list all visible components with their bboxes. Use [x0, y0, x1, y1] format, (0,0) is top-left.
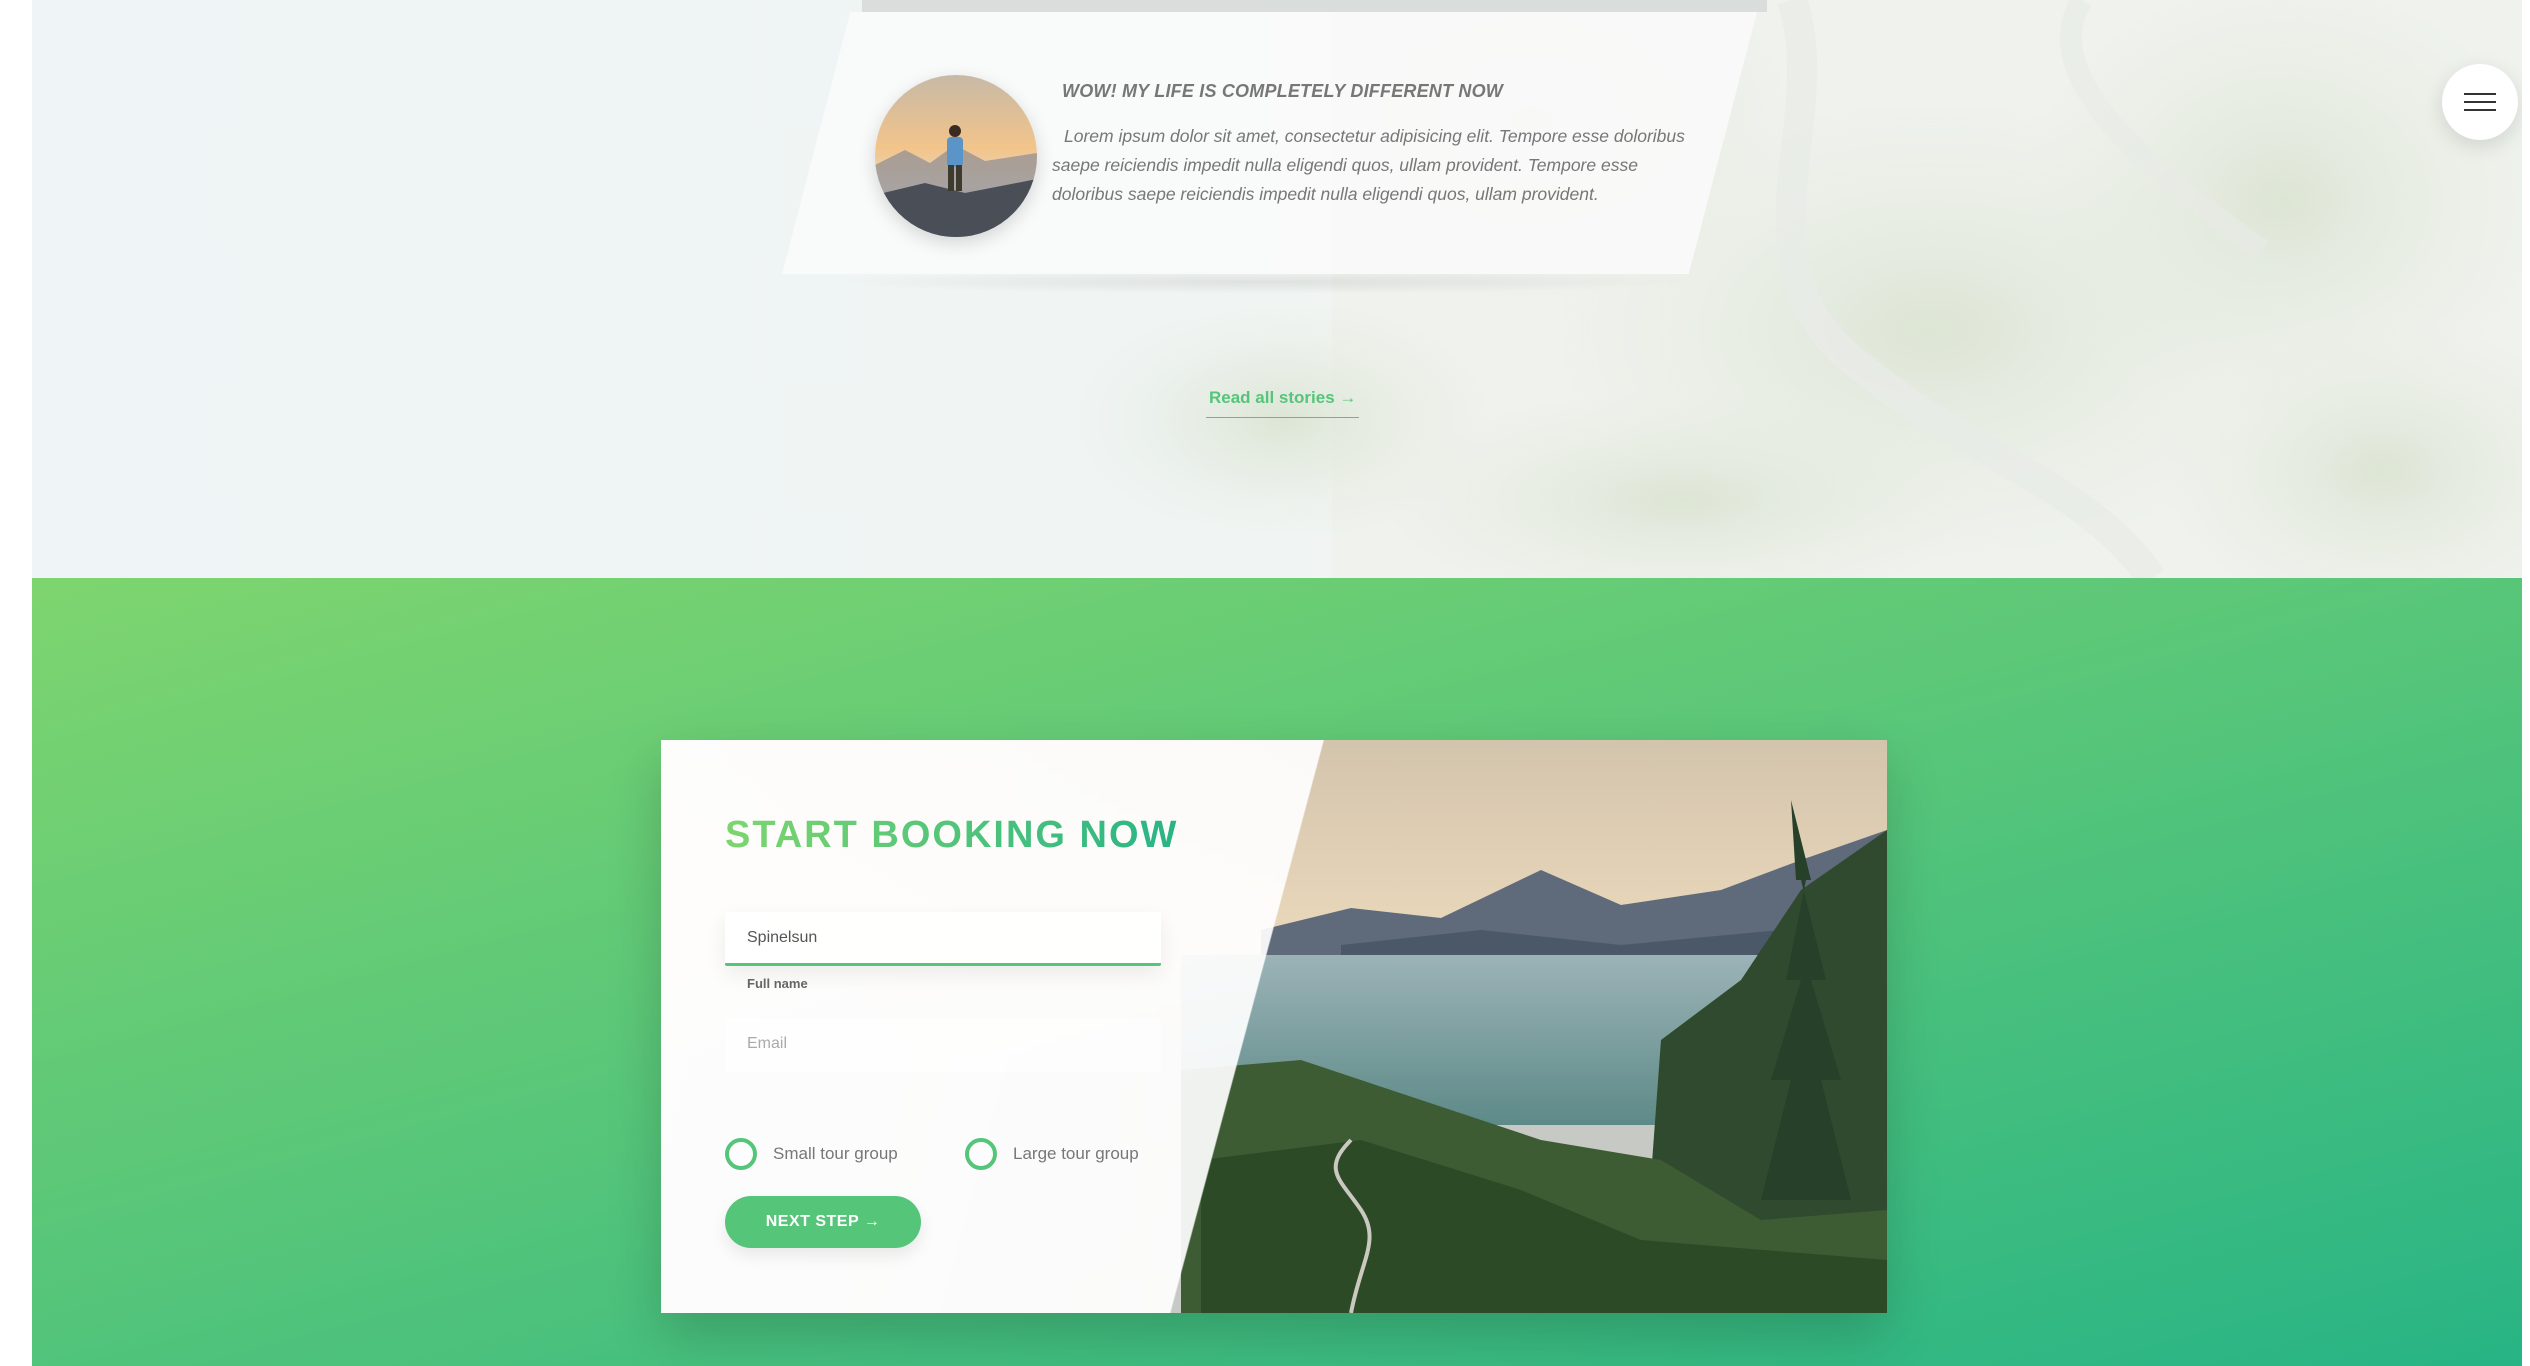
booking-heading: START BOOKING NOW [725, 814, 1179, 856]
fullname-group: Full name [725, 912, 1161, 991]
previous-card-edge [862, 0, 1767, 12]
email-input[interactable] [725, 1018, 1161, 1072]
story-avatar [875, 75, 1037, 237]
navigation-menu-button[interactable] [2442, 64, 2518, 140]
radio-label: Small tour group [773, 1144, 898, 1163]
radio-small-tour-group[interactable]: Small tour group [725, 1138, 898, 1170]
hamburger-menu-icon [2464, 93, 2496, 95]
radio-button[interactable] [965, 1138, 997, 1170]
person-on-mountain-image [875, 75, 1037, 237]
radio-button[interactable] [725, 1138, 757, 1170]
booking-section: START BOOKING NOW Full name Small tour g… [32, 578, 2522, 1366]
radio-large-tour-group[interactable]: Large tour group [965, 1138, 1139, 1170]
stories-section: WOW! MY LIFE IS COMPLETELY DIFFERENT NOW… [32, 0, 2522, 578]
page: WOW! MY LIFE IS COMPLETELY DIFFERENT NOW… [32, 0, 2522, 1366]
next-step-button[interactable]: NEXT STEP → [725, 1196, 921, 1248]
fullname-input[interactable] [725, 912, 1161, 966]
fullname-label: Full name [747, 976, 808, 991]
radio-label: Large tour group [1013, 1144, 1139, 1163]
booking-card: START BOOKING NOW Full name Small tour g… [661, 740, 1887, 1313]
read-all-stories-link[interactable]: Read all stories → [1206, 388, 1360, 418]
story-text: Lorem ipsum dolor sit amet, consectetur … [1052, 126, 1685, 204]
email-group [725, 1018, 1161, 1072]
story-title: WOW! MY LIFE IS COMPLETELY DIFFERENT NOW [1062, 81, 1503, 101]
